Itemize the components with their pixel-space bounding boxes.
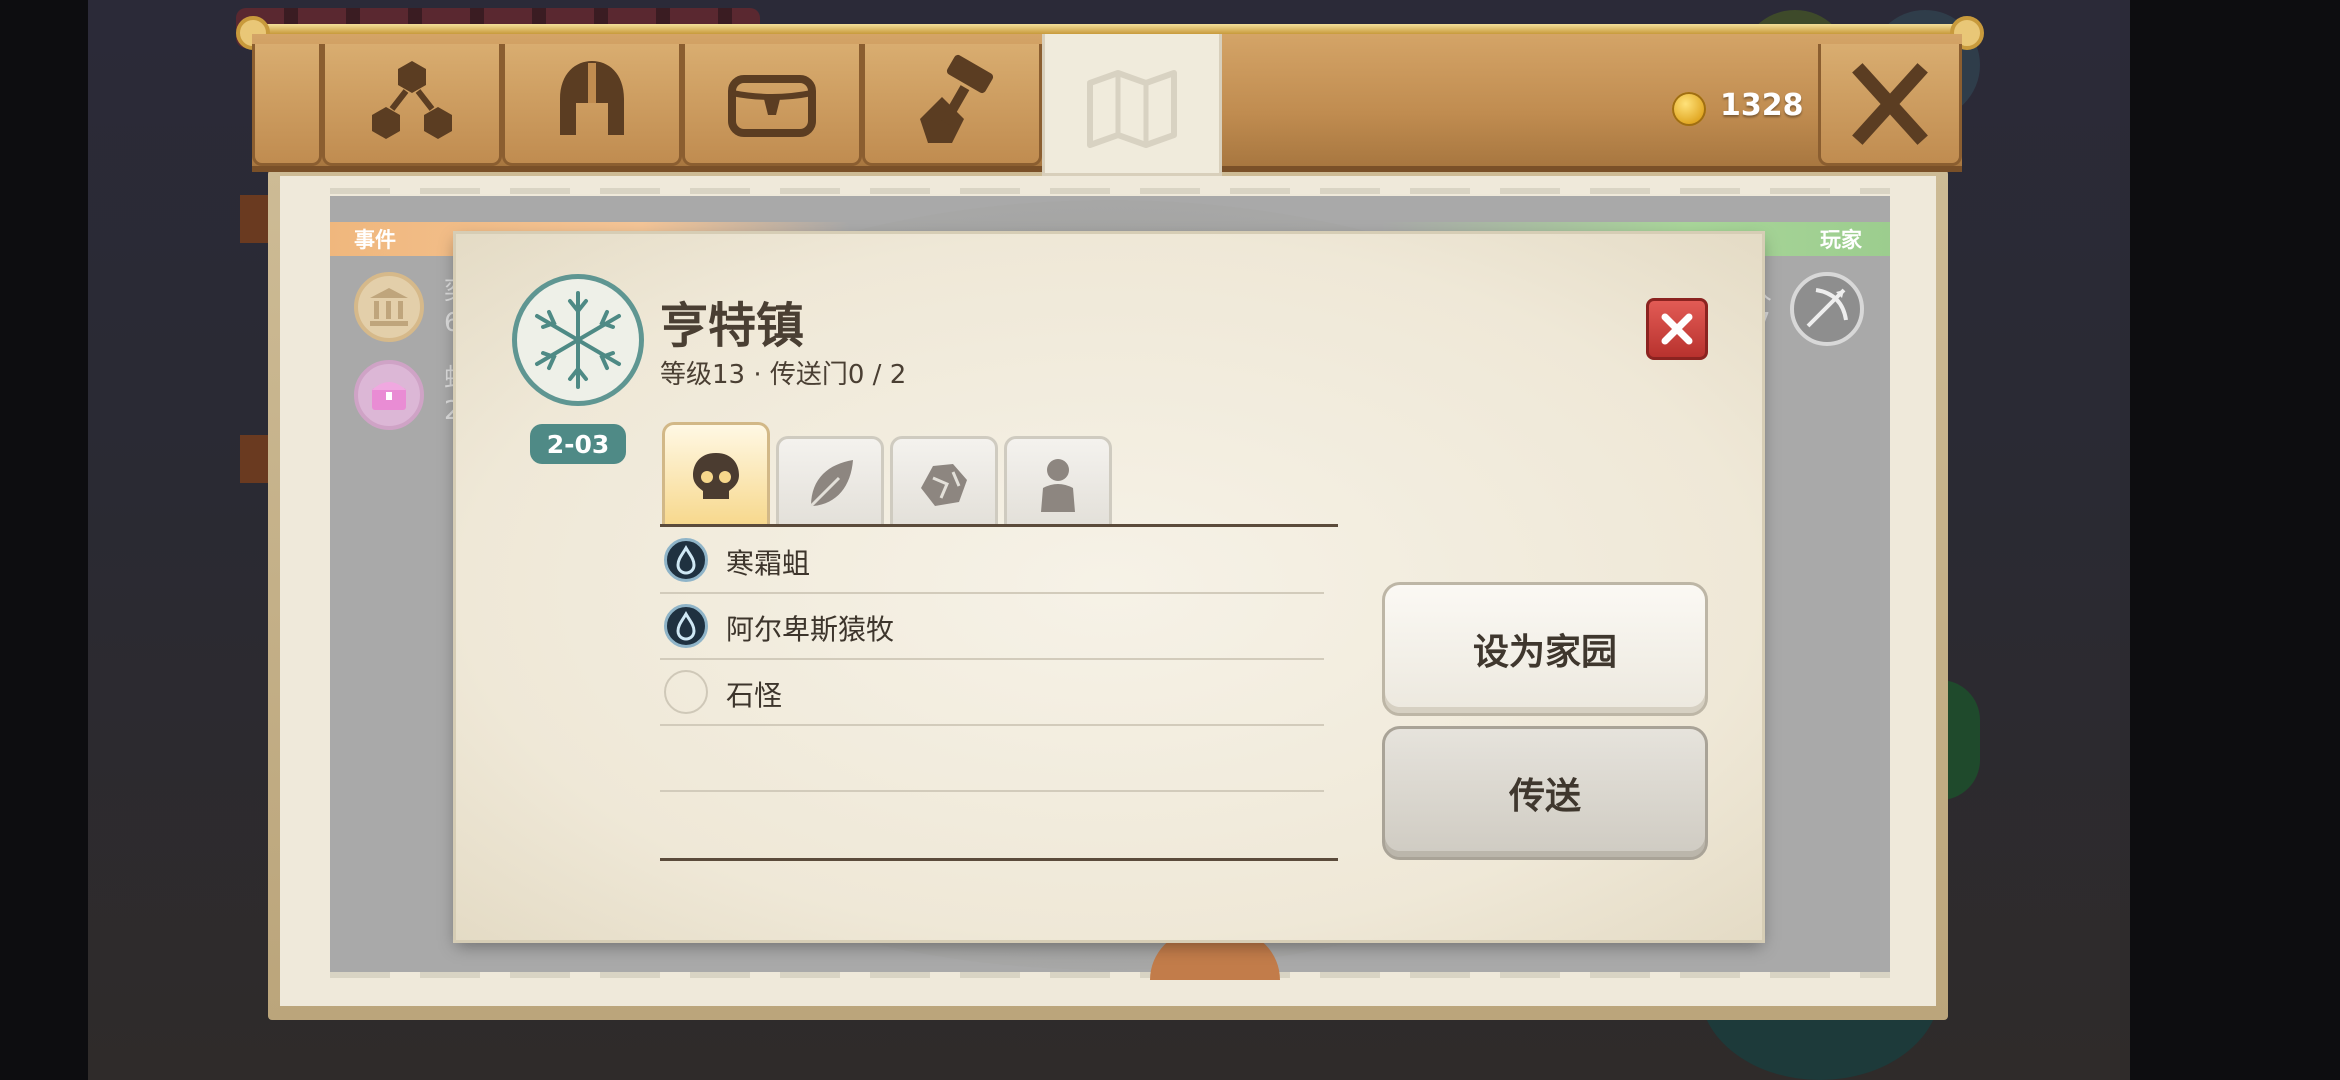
teleport-button[interactable]: 传送 [1382, 726, 1708, 860]
set-home-button[interactable]: 设为家园 [1382, 582, 1708, 716]
map-icon [1087, 69, 1177, 148]
monster-name: 寒霜蛆 [726, 547, 811, 580]
list-item[interactable]: 石怪 [660, 660, 1324, 726]
tab-map[interactable] [1042, 34, 1222, 176]
map-border-bottom [330, 972, 1890, 978]
tab-crafting[interactable] [862, 44, 1042, 166]
monster-name: 阿尔卑斯猿牧 [726, 613, 895, 646]
crafting-hammer-icon [920, 54, 994, 143]
close-icon [1852, 62, 1928, 145]
empty-slot-icon [664, 670, 708, 714]
chest-icon [728, 74, 816, 137]
tab-inventory[interactable] [682, 44, 862, 166]
players-label: 玩家 [1820, 228, 1862, 252]
town-subtitle: 等级13 · 传送门0 / 2 [660, 360, 907, 390]
skull-icon [693, 452, 739, 499]
town-title: 亨特镇 [660, 298, 805, 354]
tab-divider [660, 524, 1338, 527]
tab-plants[interactable] [776, 436, 884, 526]
tab-edge [252, 44, 322, 166]
tab-equipment[interactable] [502, 44, 682, 166]
list-item-empty [660, 792, 1324, 858]
snowflake-icon [512, 274, 644, 406]
crossbow-icon[interactable] [1790, 272, 1864, 346]
zone-level-badge: 2-03 [530, 424, 626, 464]
treasure-chest-icon[interactable] [354, 360, 424, 430]
tab-monsters[interactable] [662, 422, 770, 526]
tab-skill-tree[interactable] [322, 44, 502, 166]
water-drop-icon [664, 604, 708, 648]
person-icon [1041, 458, 1075, 512]
list-item-empty [660, 726, 1324, 792]
tab-npcs[interactable] [1004, 436, 1112, 526]
list-bottom-divider [660, 858, 1338, 861]
close-menu-button[interactable] [1818, 44, 1962, 166]
top-bar-trim [238, 24, 1980, 34]
tab-ores[interactable] [890, 436, 998, 526]
skill-tree-icon [372, 60, 452, 139]
monster-name: 石怪 [726, 679, 783, 712]
dialog-close-button[interactable] [1646, 298, 1708, 360]
events-label: 事件 [354, 228, 396, 252]
temple-icon[interactable] [354, 272, 424, 342]
ore-icon [921, 463, 967, 506]
map-border-top [330, 188, 1890, 194]
water-drop-icon [664, 538, 708, 582]
list-item[interactable]: 阿尔卑斯猿牧 [660, 594, 1324, 660]
helmet-icon [560, 60, 624, 135]
gold-coin-icon [1672, 92, 1706, 126]
close-icon [1661, 313, 1693, 345]
leaf-icon [809, 459, 853, 507]
list-item[interactable]: 寒霜蛆 [660, 528, 1324, 594]
coin-count: 1328 [1720, 88, 1804, 123]
